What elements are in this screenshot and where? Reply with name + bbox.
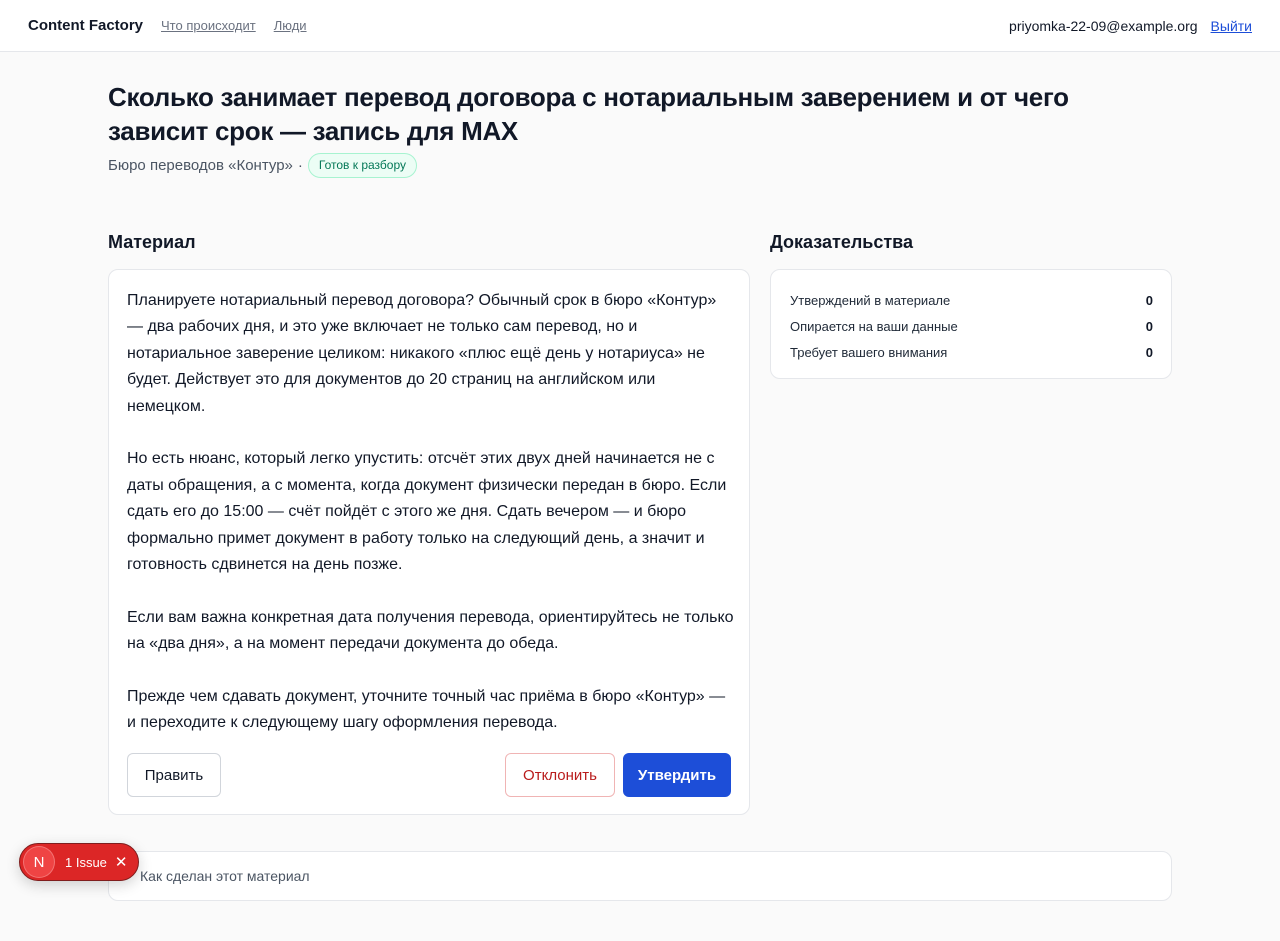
nextjs-logo-icon: N — [23, 846, 55, 878]
brand-logo[interactable]: Content Factory — [28, 17, 143, 34]
evidence-card: Утверждений в материале 0 Опирается на в… — [770, 269, 1172, 379]
evidence-count: 0 — [1145, 318, 1153, 334]
close-icon[interactable]: ✕ — [115, 855, 128, 870]
how-made-label: Как сделан этот материал — [140, 868, 310, 884]
page-meta: Бюро переводов «Контур» · Готов к разбор… — [108, 152, 418, 178]
evidence-count: 0 — [1145, 292, 1153, 308]
user-email: priyomka-22-09@example.org — [1009, 17, 1198, 34]
approve-button[interactable]: Утвердить — [623, 753, 731, 797]
edit-button[interactable]: Править — [127, 753, 221, 797]
material-paragraph: Планируете нотариальный перевод договора… — [127, 292, 717, 415]
reject-button[interactable]: Отклонить — [505, 753, 615, 797]
material-card: Планируете нотариальный перевод договора… — [108, 269, 750, 815]
material-paragraph: Но есть нюанс, который легко упустить: о… — [127, 450, 727, 574]
nav-link-people[interactable]: Люди — [274, 18, 307, 33]
evidence-label: Требует вашего внимания — [790, 344, 948, 360]
status-badge: Готов к разбору — [307, 152, 418, 178]
issue-count: 1 Issue — [65, 854, 107, 870]
how-made-expander[interactable]: Как сделан этот материал — [108, 851, 1172, 901]
top-bar: Content Factory Что происходит Люди priy… — [0, 0, 1280, 52]
nav-link-activity[interactable]: Что происходит — [161, 18, 256, 33]
logout-link[interactable]: Выйти — [1211, 18, 1252, 34]
evidence-row: Опирается на ваши данные 0 — [790, 313, 1153, 339]
evidence-label: Утверждений в материале — [790, 292, 951, 308]
material-body: Планируете нотариальный перевод договора… — [127, 288, 735, 737]
evidence-count: 0 — [1145, 344, 1153, 360]
material-paragraph: Прежде чем сдавать документ, уточните то… — [127, 688, 726, 732]
meta-separator: · — [297, 156, 303, 174]
client-name: Бюро переводов «Контур» — [108, 156, 293, 174]
page-title: Сколько занимает перевод договора с нота… — [108, 82, 1069, 146]
evidence-heading: Доказательства — [770, 232, 913, 252]
evidence-label: Опирается на ваши данные — [790, 318, 958, 334]
issues-overlay-button[interactable]: N 1 Issue ✕ — [19, 843, 139, 881]
material-paragraph: Если вам важна конкретная дата получения… — [127, 608, 734, 653]
material-heading: Материал — [108, 232, 196, 252]
evidence-row: Утверждений в материале 0 — [790, 287, 1153, 313]
evidence-row: Требует вашего внимания 0 — [790, 339, 1153, 365]
